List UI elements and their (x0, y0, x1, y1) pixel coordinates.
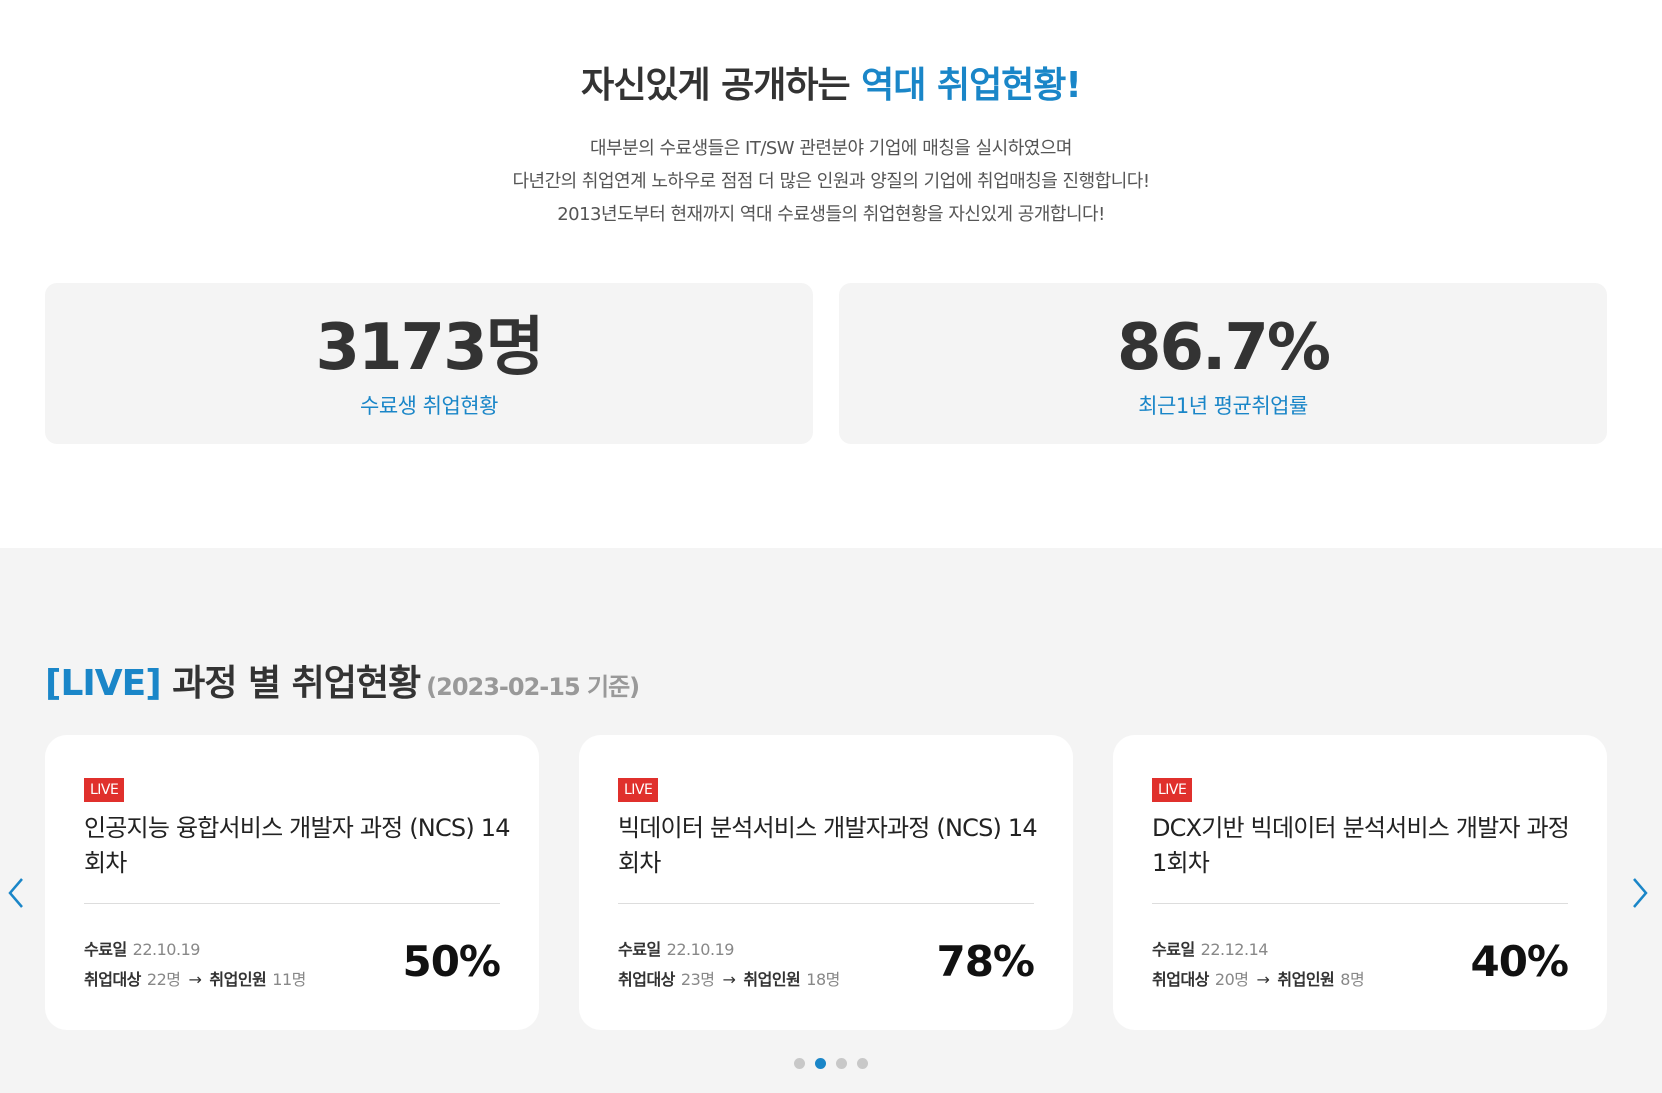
course-title: DCX기반 빅데이터 분석서비스 개발자 과정 1회차 (1152, 814, 1570, 877)
course-meta: 수료일 22.10.19 취업대상 22명 → 취업인원 11명 (84, 935, 306, 995)
target-label: 취업대상 (84, 970, 141, 989)
target-label: 취업대상 (1152, 970, 1209, 989)
divider (618, 903, 1034, 904)
course-card[interactable]: LIVE 인공지능 융합서비스 개발자 과정 (NCS) 14회차 수료일 22.… (45, 735, 539, 1030)
target-count: 22명 (146, 970, 181, 989)
end-date-value: 22.10.19 (666, 940, 735, 959)
stat-label: 수료생 취업현황 (360, 394, 498, 418)
end-date-label: 수료일 (84, 940, 127, 959)
stat-card-graduates: 3173명 수료생 취업현황 (45, 283, 813, 444)
target-label: 취업대상 (618, 970, 675, 989)
end-date-value: 22.12.14 (1200, 940, 1269, 959)
description-line: 대부분의 수료생들은 IT/SW 관련분야 기업에 매칭을 실시하였으며 (590, 138, 1072, 159)
arrow-right-icon: → (188, 970, 202, 989)
carousel-dot[interactable] (836, 1058, 847, 1069)
employment-rate: 40% (1470, 937, 1569, 986)
live-course-section: [LIVE] 과정 별 취업현황 (2023-02-15 기준) LIVE 인공지… (0, 548, 1662, 1093)
carousel-dot[interactable] (815, 1058, 826, 1069)
live-section-title: [LIVE] 과정 별 취업현황 (2023-02-15 기준) (45, 654, 640, 706)
employment-status-section: 자신있게 공개하는 역대 취업현황! 대부분의 수료생들은 IT/SW 관련분야… (0, 0, 1662, 548)
chevron-right-icon (1633, 878, 1648, 908)
course-title: 인공지능 융합서비스 개발자 과정 (NCS) 14회차 (84, 814, 510, 877)
live-tag: [LIVE] (45, 663, 162, 704)
stat-value: 86.7% (1116, 311, 1331, 385)
live-badge: LIVE (618, 778, 659, 802)
employment-rate: 50% (402, 937, 501, 986)
description-line: 2013년도부터 현재까지 역대 수료생들의 취업현황을 자신있게 공개합니다! (557, 204, 1105, 225)
arrow-right-icon: → (1256, 970, 1270, 989)
carousel-dot[interactable] (794, 1058, 805, 1069)
arrow-right-icon: → (722, 970, 736, 989)
course-meta: 수료일 22.12.14 취업대상 20명 → 취업인원 8명 (1152, 935, 1365, 995)
course-card[interactable]: LIVE 빅데이터 분석서비스 개발자과정 (NCS) 14회차 수료일 22.1… (579, 735, 1073, 1030)
employed-count: 18명 (806, 970, 840, 989)
employed-count: 11명 (272, 970, 306, 989)
divider (84, 903, 500, 904)
employed-label: 취업인원 (209, 970, 267, 989)
stat-card-employment-rate: 86.7% 최근1년 평균취업률 (839, 283, 1607, 444)
employed-label: 취업인원 (1277, 970, 1335, 989)
divider (1152, 903, 1568, 904)
reference-date: (2023-02-15 기준) (426, 673, 640, 701)
end-date-label: 수료일 (1152, 940, 1195, 959)
section-description: 대부분의 수료생들은 IT/SW 관련분야 기업에 매칭을 실시하였으며 다년간… (0, 132, 1662, 231)
course-card[interactable]: LIVE DCX기반 빅데이터 분석서비스 개발자 과정 1회차 수료일 22.1… (1113, 735, 1607, 1030)
stat-label: 최근1년 평균취업률 (1138, 394, 1308, 418)
carousel-pagination (0, 1054, 1662, 1073)
carousel-dot[interactable] (857, 1058, 868, 1069)
target-count: 23명 (680, 970, 715, 989)
carousel-prev-button[interactable] (2, 873, 32, 913)
carousel-next-button[interactable] (1624, 873, 1654, 913)
course-meta: 수료일 22.10.19 취업대상 23명 → 취업인원 18명 (618, 935, 840, 995)
stat-value: 3173명 (315, 311, 544, 385)
live-badge: LIVE (84, 778, 125, 802)
employed-label: 취업인원 (743, 970, 801, 989)
title-main: 자신있게 공개하는 (581, 65, 862, 106)
page-title: 자신있게 공개하는 역대 취업현황! (0, 56, 1662, 108)
course-title: 빅데이터 분석서비스 개발자과정 (NCS) 14회차 (618, 814, 1038, 877)
chevron-left-icon (8, 878, 23, 908)
title-accent: 역대 취업현황! (861, 65, 1082, 106)
live-title-text: 과정 별 취업현황 (160, 663, 421, 704)
target-count: 20명 (1214, 970, 1249, 989)
end-date-label: 수료일 (618, 940, 661, 959)
employment-rate: 78% (936, 937, 1035, 986)
live-badge: LIVE (1152, 778, 1193, 802)
employed-count: 8명 (1340, 970, 1365, 989)
end-date-value: 22.10.19 (132, 940, 201, 959)
description-line: 다년간의 취업연계 노하우로 점점 더 많은 인원과 양질의 기업에 취업매칭을… (512, 171, 1150, 192)
